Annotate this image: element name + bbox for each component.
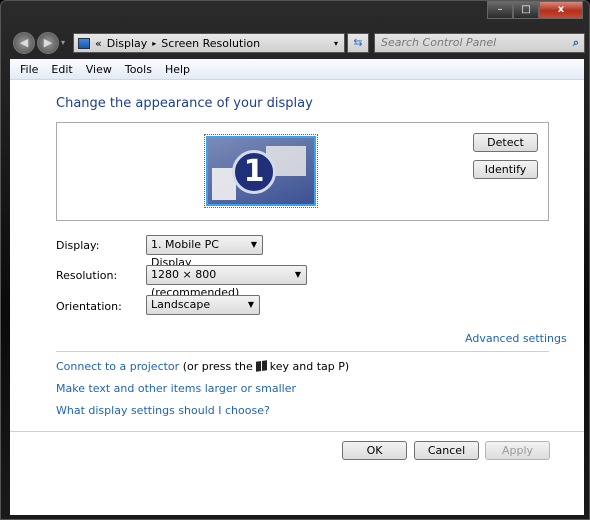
search-placeholder: Search Control Panel — [381, 36, 497, 49]
detect-button[interactable]: Detect — [473, 133, 538, 152]
close-button[interactable]: x — [539, 1, 583, 19]
overflow-chevron[interactable]: « — [95, 37, 102, 50]
chevron-down-icon: ▼ — [294, 270, 301, 279]
identify-button[interactable]: Identify — [473, 160, 538, 179]
monitor-number: 1 — [232, 150, 276, 194]
breadcrumb-screen-resolution[interactable]: Screen Resolution — [161, 37, 260, 50]
navigation: ◀ ▶ ▾ — [13, 32, 65, 54]
advanced-settings-link[interactable]: Advanced settings — [465, 332, 567, 345]
caption-buttons: – □ x — [487, 1, 583, 19]
search-icon[interactable]: ⌕ — [573, 34, 579, 52]
monitor-1[interactable]: 1 — [204, 134, 318, 208]
projector-hint: (or press the — [182, 360, 253, 373]
apply-button[interactable]: Apply — [485, 441, 550, 460]
refresh-button[interactable]: ⇆ — [347, 33, 369, 53]
menu-file[interactable]: File — [20, 63, 38, 76]
window-frame: – □ x ◀ ▶ ▾ « Display ▸ Screen Resolutio… — [0, 0, 590, 520]
monitor-preview: 1 Detect Identify — [56, 122, 549, 221]
display-icon — [78, 37, 90, 49]
display-label: Display: — [56, 239, 100, 252]
resolution-select[interactable]: 1280 × 800 (recommended) ▼ — [146, 265, 307, 299]
footer-divider — [10, 431, 584, 432]
display-select[interactable]: 1. Mobile PC Display ▼ — [146, 235, 263, 269]
orientation-label: Orientation: — [56, 300, 122, 313]
menu-tools[interactable]: Tools — [125, 63, 152, 76]
address-dropdown-icon[interactable]: ▾ — [334, 39, 338, 48]
recent-pages-dropdown[interactable]: ▾ — [61, 38, 65, 54]
back-button[interactable]: ◀ — [13, 32, 35, 54]
menu-bar: File Edit View Tools Help — [10, 59, 584, 79]
projector-hint-2: key and tap P) — [269, 360, 350, 373]
orientation-value: Landscape — [151, 298, 211, 311]
search-input[interactable]: Search Control Panel ⌕ — [374, 33, 585, 53]
chevron-down-icon: ▼ — [247, 300, 254, 309]
display-settings-help-link[interactable]: What display settings should I choose? — [56, 404, 270, 417]
divider — [56, 351, 549, 352]
windows-key-icon — [255, 360, 267, 372]
menu-help[interactable]: Help — [165, 63, 190, 76]
connect-projector-link[interactable]: Connect to a projector — [56, 360, 179, 373]
chevron-down-icon: ▼ — [250, 240, 257, 249]
text-size-link[interactable]: Make text and other items larger or smal… — [56, 382, 296, 395]
content-area: Change the appearance of your display 1 … — [10, 79, 584, 515]
minimize-button[interactable]: – — [487, 1, 513, 19]
resolution-label: Resolution: — [56, 269, 118, 282]
address-bar[interactable]: « Display ▸ Screen Resolution ▾ — [73, 33, 345, 53]
orientation-select[interactable]: Landscape ▼ — [146, 295, 260, 315]
breadcrumb-separator-icon[interactable]: ▸ — [152, 39, 156, 48]
menu-edit[interactable]: Edit — [51, 63, 72, 76]
cancel-button[interactable]: Cancel — [414, 441, 479, 460]
ok-button[interactable]: OK — [342, 441, 407, 460]
projector-row: Connect to a projector (or press the key … — [56, 360, 349, 373]
maximize-button[interactable]: □ — [513, 1, 539, 19]
menu-view[interactable]: View — [86, 63, 112, 76]
forward-button[interactable]: ▶ — [37, 32, 59, 54]
breadcrumb-display[interactable]: Display — [107, 37, 148, 50]
page-title: Change the appearance of your display — [56, 96, 313, 111]
